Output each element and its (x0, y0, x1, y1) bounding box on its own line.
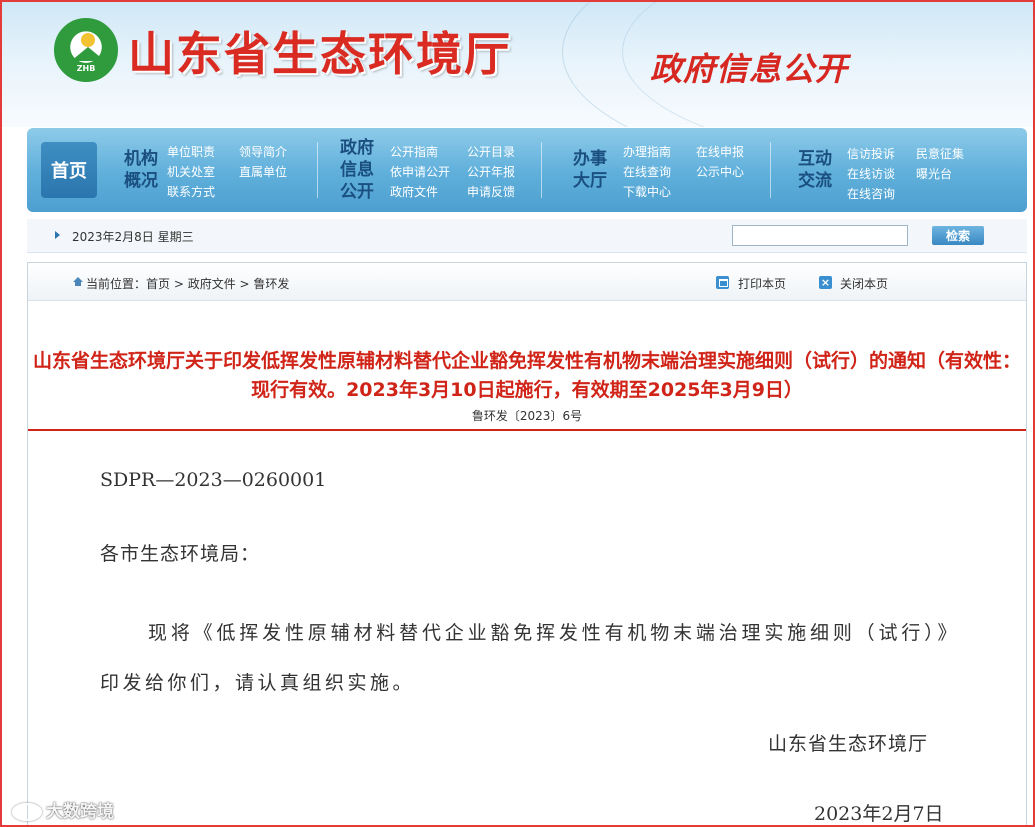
page-frame: ZHB 山东省生态环境厅 政府信息公开 首页 机构 概况 单位职责 领导简介 机… (0, 0, 1035, 827)
nav-link-affiliated-units[interactable]: 直属单位 (239, 163, 287, 180)
breadcrumb-home[interactable]: 首页 (146, 277, 170, 291)
nav-link-request-disclosure[interactable]: 依申请公开 (390, 163, 450, 180)
nav-link-disclosure-guide[interactable]: 公开指南 (390, 143, 438, 160)
print-page-button[interactable]: 打印本页 (738, 275, 786, 292)
breadcrumb-bar: 当前位置：首页 > 政府文件 > 鲁环发 打印本页 × 关闭本页 (28, 263, 1026, 301)
nav-link-public-opinion[interactable]: 民意征集 (916, 145, 964, 162)
nav-divider (541, 142, 542, 198)
document-title: 山东省生态环境厅关于印发低挥发性原辅材料替代企业豁免挥发性有机物末端治理实施细则… (32, 350, 1021, 401)
document-paragraph: 现将《低挥发性原辅材料替代企业豁免挥发性有机物末端治理实施细则（试行）》印发给你… (100, 622, 960, 694)
nav-group-title-service-hall[interactable]: 办事 大厅 (570, 148, 610, 192)
nav-link-complaints[interactable]: 信访投诉 (847, 145, 895, 162)
breadcrumb-separator: > (170, 277, 188, 291)
nav-link-notice-center[interactable]: 公示中心 (696, 163, 744, 180)
print-icon[interactable] (716, 276, 729, 289)
nav-link-contact[interactable]: 联系方式 (167, 183, 215, 200)
header-banner: ZHB 山东省生态环境厅 政府信息公开 (2, 2, 1033, 127)
home-icon (73, 277, 83, 286)
document-number: 鲁环发〔2023〕6号 (471, 409, 583, 423)
close-page-button[interactable]: 关闭本页 (840, 275, 888, 292)
nav-group-title-gov-info[interactable]: 政府 信息 公开 (337, 137, 377, 203)
nav-link-online-application[interactable]: 在线申报 (696, 143, 744, 160)
document-signer: 山东省生态环境厅 (768, 733, 929, 755)
nav-link-online-interview[interactable]: 在线访谈 (847, 165, 895, 182)
site-title: 山东省生态环境厅 (128, 27, 512, 81)
arrow-right-icon (55, 231, 60, 239)
nav-home-button[interactable]: 首页 (41, 142, 97, 198)
nav-link-online-consult[interactable]: 在线咨询 (847, 185, 895, 202)
nav-link-disclosure-catalog[interactable]: 公开目录 (467, 143, 515, 160)
nav-group-title-interaction[interactable]: 互动 交流 (795, 148, 835, 192)
breadcrumb-gov-documents[interactable]: 政府文件 (188, 277, 236, 291)
nav-link-departments[interactable]: 机关处室 (167, 163, 215, 180)
nav-link-duties[interactable]: 单位职责 (167, 143, 215, 160)
main-nav: 首页 机构 概况 单位职责 领导简介 机关处室 直属单位 联系方式 政府 信息 … (27, 128, 1027, 212)
search-button[interactable]: 检索 (932, 226, 984, 245)
document-salutation: 各市生态环境局： (100, 543, 261, 565)
breadcrumb-separator: > (235, 277, 254, 291)
nav-group-title-agency[interactable]: 机构 概况 (121, 148, 161, 192)
breadcrumb-prefix: 当前位置： (86, 277, 147, 291)
nav-link-leaders[interactable]: 领导简介 (239, 143, 287, 160)
watermark-text: 大数跨境 (46, 802, 114, 822)
document-date: 2023年2月7日 (814, 803, 944, 825)
agency-logo-icon: ZHB (54, 18, 118, 82)
close-icon[interactable]: × (819, 276, 832, 289)
breadcrumb: 当前位置：首页 > 政府文件 > 鲁环发 (86, 275, 289, 292)
section-title: 政府信息公开 (650, 50, 849, 88)
nav-divider (770, 142, 771, 198)
watermark: 大数跨境 (12, 797, 114, 822)
current-date: 2023年2月8日 星期三 (72, 230, 194, 244)
logo-text: ZHB (76, 64, 96, 73)
nav-link-exposure[interactable]: 曝光台 (916, 165, 952, 182)
nav-link-online-query[interactable]: 在线查询 (623, 163, 671, 180)
nav-link-gov-documents[interactable]: 政府文件 (390, 183, 438, 200)
document-code: SDPR—2023—0260001 (100, 469, 327, 491)
title-divider (28, 429, 1026, 431)
document-panel: 当前位置：首页 > 政府文件 > 鲁环发 打印本页 × 关闭本页 山东省生态环境… (27, 262, 1027, 825)
nav-link-annual-report[interactable]: 公开年报 (467, 163, 515, 180)
date-search-bar: 2023年2月8日 星期三 检索 (27, 219, 1027, 253)
search-input[interactable] (732, 225, 908, 246)
nav-divider (317, 142, 318, 198)
breadcrumb-luhuanfa[interactable]: 鲁环发 (253, 277, 289, 291)
nav-link-service-guide[interactable]: 办理指南 (623, 143, 671, 160)
nav-link-download-center[interactable]: 下载中心 (623, 183, 671, 200)
watermark-logo-icon (12, 803, 42, 821)
nav-link-request-feedback[interactable]: 申请反馈 (467, 183, 515, 200)
